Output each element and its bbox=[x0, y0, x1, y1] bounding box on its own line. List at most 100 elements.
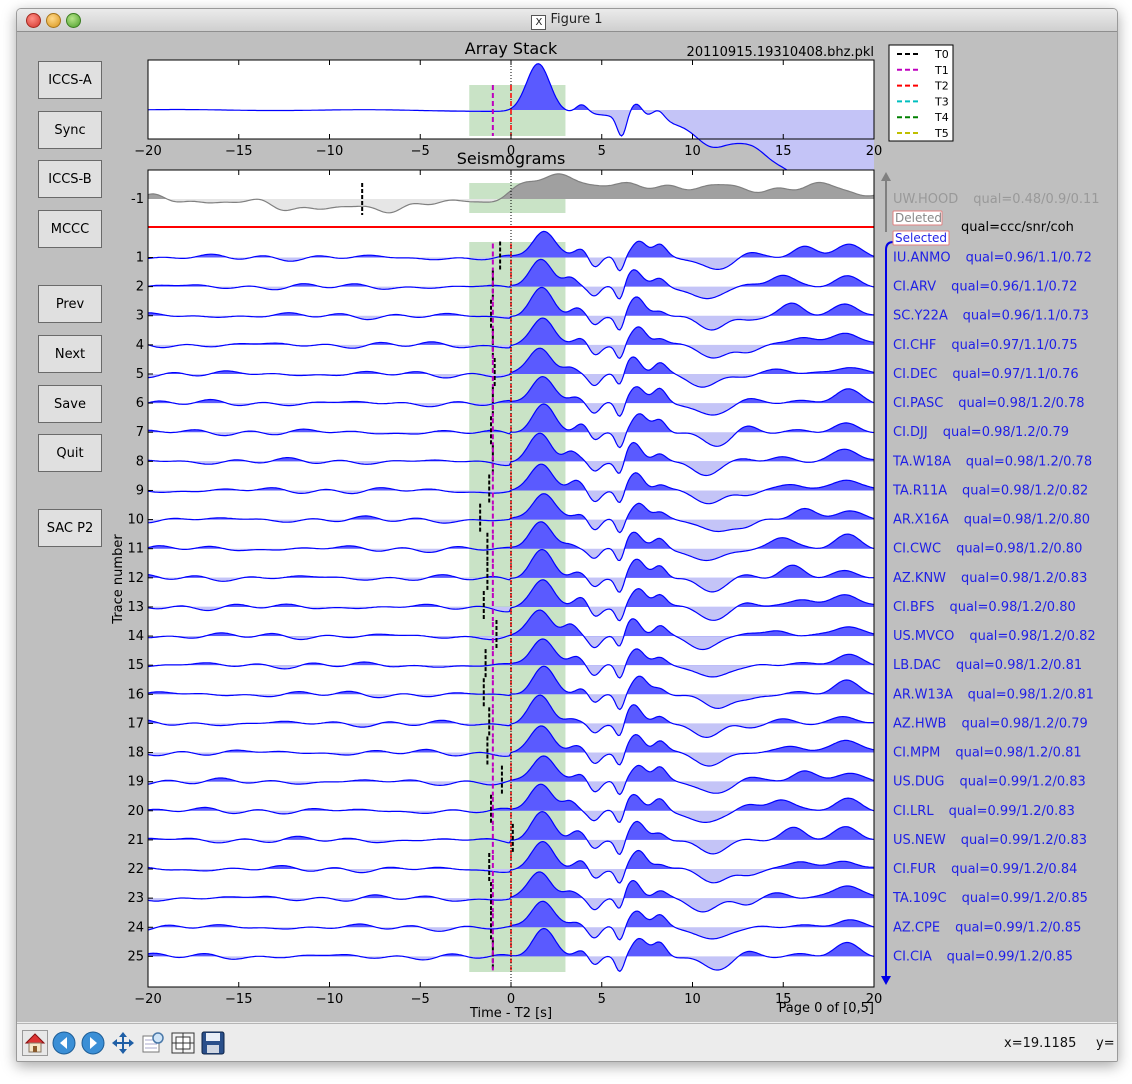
selected-tag-label: Selected bbox=[895, 231, 947, 245]
navigation-toolbar: x=19.1185 y= bbox=[17, 1023, 1117, 1061]
y-axis-label: Trace number bbox=[111, 534, 126, 625]
cursor-x-readout: x=19.1185 bbox=[1004, 1036, 1077, 1051]
back-arrow-icon[interactable] bbox=[51, 1030, 77, 1056]
stack-filename: 20110915.19310408.bhz.pkl bbox=[687, 45, 874, 60]
seismograms-axes[interactable]: −20 −15 −10 −5 0 5 10 15 20 -1123456789101112131… bbox=[111, 149, 882, 1021]
deleted-station-label[interactable]: UW.HOOD qual=0.48/0.9/0.11 bbox=[893, 192, 1100, 207]
station-label[interactable]: CI.FUR qual=0.99/1.2/0.84 bbox=[893, 862, 1077, 877]
station-label[interactable]: TA.109C qual=0.99/1.2/0.85 bbox=[892, 891, 1088, 906]
legend-label: T3 bbox=[934, 95, 949, 108]
station-label[interactable]: SC.Y22A qual=0.96/1.1/0.73 bbox=[893, 309, 1089, 324]
forward-arrow-icon[interactable] bbox=[80, 1030, 106, 1056]
trace-number: 16 bbox=[127, 687, 144, 702]
window-title: Figure 1 bbox=[550, 12, 603, 27]
deleted-tag-label: Deleted bbox=[895, 211, 942, 225]
trace-number: 22 bbox=[127, 862, 144, 877]
station-label[interactable]: AR.X16A qual=0.98/1.2/0.80 bbox=[893, 513, 1090, 528]
station-label[interactable]: US.DUG qual=0.99/1.2/0.83 bbox=[893, 775, 1086, 790]
deleted-trace-number: -1 bbox=[131, 192, 144, 207]
station-label[interactable]: CI.MPM qual=0.98/1.2/0.81 bbox=[893, 746, 1082, 761]
trace-number: 11 bbox=[127, 542, 144, 557]
trace-number: 6 bbox=[136, 396, 144, 411]
deleted-arrow-up-icon bbox=[881, 172, 891, 181]
trace-number: 24 bbox=[127, 920, 144, 935]
station-label[interactable]: IU.ANMO qual=0.96/1.1/0.72 bbox=[893, 251, 1092, 266]
trace-number: 15 bbox=[127, 658, 144, 673]
figure-canvas[interactable]: ICCS-A Sync ICCS-B MCCC Prev Next Save Q… bbox=[17, 32, 1117, 1022]
trace-number: 5 bbox=[136, 367, 144, 382]
trace-number: 2 bbox=[136, 280, 144, 295]
station-label[interactable]: CI.CIA qual=0.99/1.2/0.85 bbox=[893, 949, 1073, 964]
station-label[interactable]: CI.ARV qual=0.96/1.1/0.72 bbox=[893, 280, 1077, 295]
x-tick-label: 5 bbox=[598, 144, 606, 159]
station-label[interactable]: CI.DJJ qual=0.98/1.2/0.79 bbox=[893, 425, 1069, 440]
x-tick-label: −15 bbox=[225, 144, 252, 159]
x-tick-label: 10 bbox=[684, 144, 701, 159]
x-tick-label: 10 bbox=[684, 992, 701, 1007]
station-label[interactable]: AZ.HWB qual=0.98/1.2/0.79 bbox=[893, 716, 1088, 731]
station-labels: Deleted Selected qual=ccc/snr/coh UW.HOO… bbox=[881, 172, 1100, 985]
x-axis-label: Time - T2 [s] bbox=[469, 1006, 552, 1021]
page-indicator: Page 0 of [0,5] bbox=[779, 1001, 875, 1016]
figure-window: X Figure 1 ICCS-A Sync ICCS-B MCCC Prev N… bbox=[16, 8, 1118, 1062]
x-tick-label: −5 bbox=[411, 992, 430, 1007]
stack-title: Array Stack bbox=[465, 39, 558, 58]
trace-number: 8 bbox=[136, 454, 144, 469]
legend-label: T1 bbox=[934, 64, 949, 77]
trace-number: 1 bbox=[136, 251, 144, 266]
station-label[interactable]: CI.LRL qual=0.99/1.2/0.83 bbox=[893, 804, 1075, 819]
station-label[interactable]: TA.R11A qual=0.98/1.2/0.82 bbox=[892, 483, 1088, 498]
x-tick-label: 15 bbox=[775, 144, 792, 159]
station-label[interactable]: US.MVCO qual=0.98/1.2/0.82 bbox=[893, 629, 1096, 644]
marker-legend: T0 T1 T2 T3 T4 T5 bbox=[888, 44, 954, 142]
station-label[interactable]: CI.CWC qual=0.98/1.2/0.80 bbox=[893, 542, 1082, 557]
selected-arrow-down-icon bbox=[881, 976, 891, 985]
x-tick-label: −15 bbox=[225, 992, 252, 1007]
x-tick-label: −10 bbox=[316, 144, 343, 159]
x-tick-label: 5 bbox=[598, 992, 606, 1007]
trace-number: 17 bbox=[127, 716, 144, 731]
trace-number: 25 bbox=[127, 949, 144, 964]
selected-bracket bbox=[885, 241, 894, 977]
trace-number: 14 bbox=[127, 629, 144, 644]
x-tick-label: −20 bbox=[134, 144, 161, 159]
window-title-group: X Figure 1 bbox=[17, 12, 1117, 30]
x-tick-label: 20 bbox=[866, 144, 883, 159]
plot-area[interactable]: −20 −15 −10 −5 0 5 10 15 20 Array Stack 20110915… bbox=[17, 32, 1117, 1022]
trace-number: 23 bbox=[127, 891, 144, 906]
x-tick-label: −10 bbox=[316, 992, 343, 1007]
x-tick-label: −5 bbox=[411, 144, 430, 159]
zoom-icon[interactable] bbox=[140, 1030, 166, 1056]
x11-icon: X bbox=[531, 15, 547, 30]
legend-label: T5 bbox=[934, 127, 949, 140]
station-label[interactable]: CI.CHF qual=0.97/1.1/0.75 bbox=[893, 338, 1078, 353]
seis-title: Seismograms bbox=[457, 149, 566, 168]
title-bar[interactable]: X Figure 1 bbox=[17, 9, 1117, 32]
trace-number: 21 bbox=[127, 833, 144, 848]
trace-number: 13 bbox=[127, 600, 144, 615]
station-label[interactable]: US.NEW qual=0.99/1.2/0.83 bbox=[893, 833, 1087, 848]
home-icon[interactable] bbox=[22, 1030, 48, 1056]
x-tick-label: 0 bbox=[507, 992, 515, 1007]
trace-number: 9 bbox=[136, 483, 144, 498]
pan-icon[interactable] bbox=[110, 1030, 136, 1056]
trace-number: 3 bbox=[136, 309, 144, 324]
station-label[interactable]: CI.DEC qual=0.97/1.1/0.76 bbox=[893, 367, 1079, 382]
trace-number: 12 bbox=[127, 571, 144, 586]
station-label[interactable]: CI.BFS qual=0.98/1.2/0.80 bbox=[893, 600, 1076, 615]
trace-number: 19 bbox=[127, 775, 144, 790]
station-label[interactable]: LB.DAC qual=0.98/1.2/0.81 bbox=[893, 658, 1082, 673]
x-tick-label: −20 bbox=[134, 992, 161, 1007]
cursor-y-readout: y= bbox=[1096, 1036, 1115, 1051]
station-label[interactable]: TA.W18A qual=0.98/1.2/0.78 bbox=[892, 454, 1092, 469]
legend-label: T2 bbox=[934, 80, 949, 93]
quality-header: qual=ccc/snr/coh bbox=[961, 220, 1074, 235]
trace-number: 20 bbox=[127, 804, 144, 819]
station-label[interactable]: AR.W13A qual=0.98/1.2/0.81 bbox=[893, 687, 1094, 702]
legend-label: T0 bbox=[934, 48, 949, 61]
station-label[interactable]: CI.PASC qual=0.98/1.2/0.78 bbox=[893, 396, 1085, 411]
station-label[interactable]: AZ.KNW qual=0.98/1.2/0.83 bbox=[893, 571, 1087, 586]
save-icon[interactable] bbox=[200, 1030, 226, 1056]
subplots-icon[interactable] bbox=[170, 1030, 196, 1056]
station-label[interactable]: AZ.CPE qual=0.99/1.2/0.85 bbox=[893, 920, 1081, 935]
